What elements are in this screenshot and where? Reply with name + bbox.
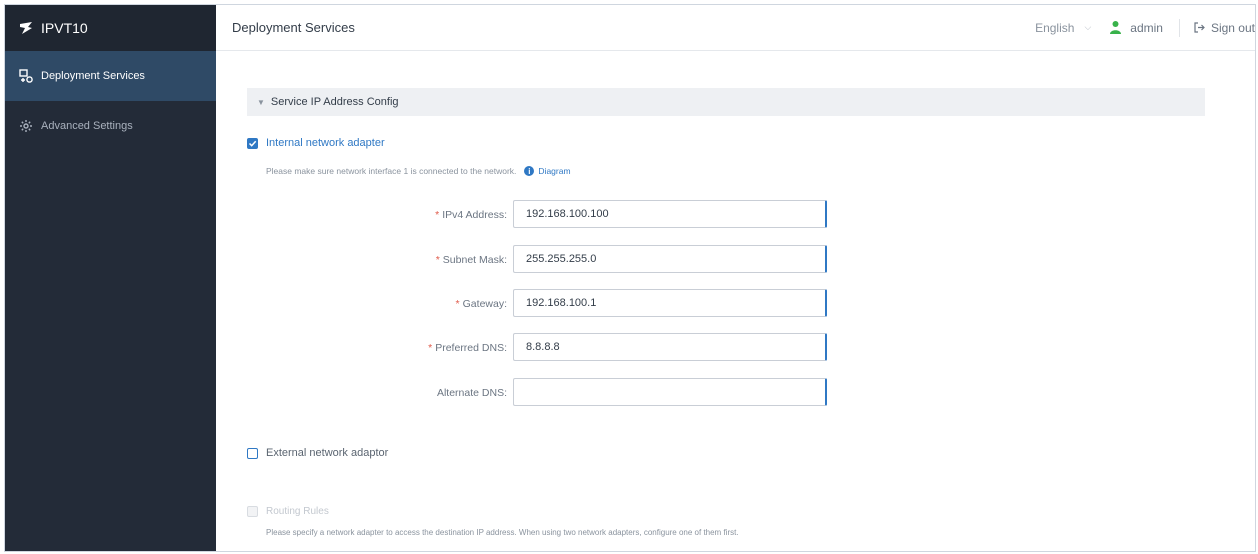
hint-text: Please make sure network interface 1 is … (266, 166, 517, 176)
required-marker: * (435, 254, 440, 266)
external-adapter-checkbox[interactable] (247, 447, 258, 459)
top-header: Deployment Services English ⌵ admin Sign… (216, 5, 1255, 51)
subnet-mask-label: * Subnet Mask: (327, 254, 507, 266)
chevron-down-icon: ⌵ (1084, 22, 1092, 32)
sidebar: IPVT10 Deployment Services Advanced Sett… (5, 5, 216, 551)
user-menu[interactable]: admin (1109, 18, 1180, 37)
routing-rules-checkbox (247, 506, 258, 517)
caret-down-icon: ▼ (257, 97, 265, 107)
ipv4-address-input[interactable] (513, 200, 827, 228)
routing-rules-hint: Please specify a network adapter to acce… (266, 528, 739, 537)
sidebar-item-label: Advanced Settings (41, 120, 133, 132)
gateway-label: * Gateway: (327, 298, 507, 310)
gateway-input[interactable] (513, 289, 827, 317)
app-window: IPVT10 Deployment Services Advanced Sett… (4, 4, 1256, 552)
external-adapter-label: External network adaptor (266, 447, 389, 459)
routing-rules-row: Routing Rules (247, 506, 329, 517)
subnet-mask-input[interactable] (513, 245, 827, 273)
internal-adapter-checkbox[interactable] (247, 137, 258, 149)
page-title: Deployment Services (232, 20, 355, 35)
gear-icon (20, 120, 32, 132)
alternate-dns-label: Alternate DNS: (327, 387, 507, 399)
internal-adapter-label: Internal network adapter (266, 137, 385, 149)
sidebar-item-advanced-settings[interactable]: Advanced Settings (5, 101, 216, 151)
brand-name: IPVT10 (41, 20, 88, 36)
ipv4-address-label: * IPv4 Address: (327, 209, 507, 221)
main-content: ▼ Service IP Address Config Internal net… (216, 51, 1255, 551)
language-select[interactable]: English ⌵ (1035, 21, 1091, 35)
preferred-dns-label: * Preferred DNS: (327, 342, 507, 354)
routing-rules-label: Routing Rules (266, 506, 329, 517)
section-title: Service IP Address Config (270, 96, 399, 108)
label-text: Preferred DNS: (435, 342, 507, 354)
external-adapter-row[interactable]: External network adaptor (247, 447, 388, 459)
label-text: Gateway: (462, 298, 507, 310)
header-actions: English ⌵ admin Sign out (1035, 5, 1255, 50)
check-icon (248, 140, 257, 147)
sidebar-item-deployment-services[interactable]: Deployment Services (5, 51, 216, 101)
required-marker: * (455, 298, 460, 310)
internal-adapter-row[interactable]: Internal network adapter (247, 137, 385, 149)
username: admin (1130, 20, 1163, 35)
info-icon: i (524, 166, 535, 176)
section-header[interactable]: ▼ Service IP Address Config (247, 88, 1205, 116)
label-text: Alternate DNS: (436, 387, 507, 399)
sign-out-icon (1194, 22, 1205, 33)
deployment-icon (19, 69, 33, 83)
sign-out-label: Sign out (1210, 20, 1255, 35)
alternate-dns-input[interactable] (513, 378, 827, 406)
language-value: English (1035, 20, 1075, 35)
required-marker: * (435, 209, 440, 221)
preferred-dns-input[interactable] (513, 333, 827, 361)
required-marker: * (428, 342, 433, 354)
user-icon (1110, 21, 1122, 34)
sidebar-item-label: Deployment Services (41, 70, 145, 82)
label-text: Subnet Mask: (442, 254, 507, 266)
brand-logo-icon (20, 22, 32, 34)
hint-text: Please specify a network adapter to acce… (266, 528, 739, 537)
internal-adapter-hint: Please make sure network interface 1 is … (266, 166, 571, 176)
sign-out-button[interactable]: Sign out (1180, 21, 1255, 35)
label-text: IPv4 Address: (442, 209, 507, 221)
diagram-link[interactable]: Diagram (538, 166, 570, 176)
brand: IPVT10 (5, 5, 216, 51)
